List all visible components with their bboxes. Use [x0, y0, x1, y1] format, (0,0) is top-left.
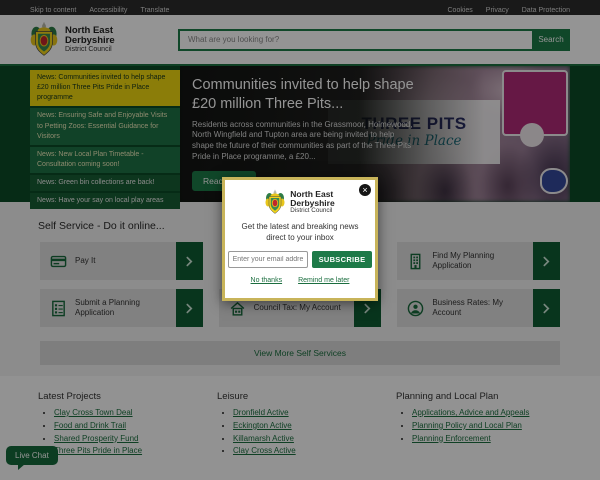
council-crest-logo	[265, 189, 285, 216]
modal-council-name: North East Derbyshire District Council	[290, 190, 334, 214]
email-field[interactable]	[227, 250, 308, 268]
close-icon[interactable]	[359, 184, 371, 196]
subscribe-button[interactable]: SUBSCRIBE	[311, 250, 373, 268]
newsletter-message: Get the latest and breaking news direct …	[241, 222, 359, 242]
remind-me-later-link[interactable]: Remind me later	[298, 277, 349, 284]
newsletter-signup-modal: North East Derbyshire District Council G…	[222, 177, 378, 301]
homepage: Skip to content Accessibility Translate Co…	[0, 0, 600, 480]
newsletter-form: SUBSCRIBE	[227, 250, 373, 268]
newsletter-links: No thanks Remind me later	[234, 277, 366, 284]
no-thanks-link[interactable]: No thanks	[251, 277, 283, 284]
org-line3: District Council	[290, 207, 333, 215]
modal-council-logo: North East Derbyshire District Council	[234, 189, 366, 216]
